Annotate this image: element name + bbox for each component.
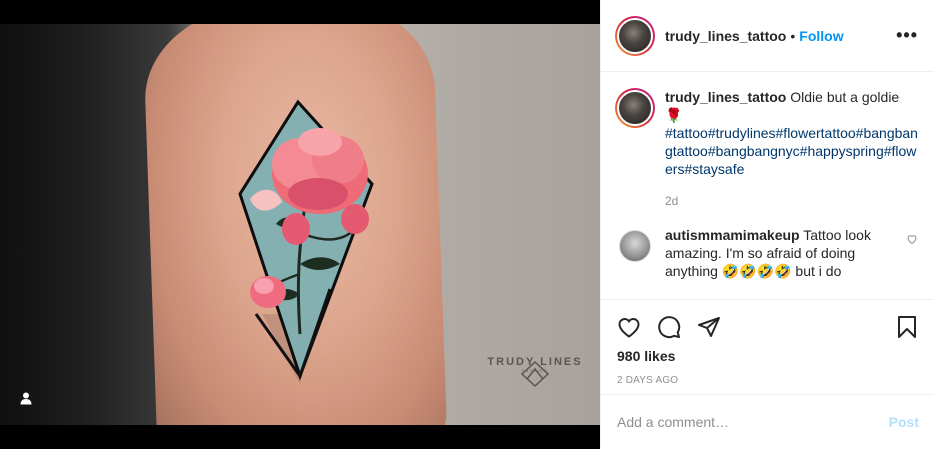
commenter-avatar[interactable] [615, 226, 655, 266]
comments-list[interactable]: trudy_lines_tattoo Oldie but a goldie 🌹 … [601, 72, 934, 299]
rose-emoji: 🌹 [665, 107, 683, 123]
watermark-sub: TATTOO [521, 368, 549, 373]
caption-time[interactable]: 2d [665, 192, 918, 210]
header-separator: • [790, 27, 796, 44]
post-comment-button[interactable]: Post [889, 414, 919, 430]
caption-avatar[interactable] [615, 88, 655, 128]
post-date[interactable]: 2 DAYS AGO [617, 375, 919, 386]
post-photo[interactable]: TRUDY LINES TATTOO [0, 24, 600, 425]
author-avatar[interactable] [615, 15, 655, 56]
comment-input[interactable] [617, 414, 889, 430]
follow-button[interactable]: Follow [799, 28, 843, 44]
user-tag-icon[interactable] [16, 388, 36, 408]
post-media[interactable]: TRUDY LINES TATTOO [0, 0, 600, 449]
comment-username[interactable]: autismmamimakeup [665, 227, 800, 243]
post-header: trudy_lines_tattoo • Follow ••• [601, 0, 934, 72]
likes-count[interactable]: 980 likes [617, 348, 919, 364]
post-actions-section: 980 likes 2 DAYS AGO [601, 299, 934, 386]
action-bar [617, 300, 919, 348]
post-sidebar: trudy_lines_tattoo • Follow ••• trudy_li… [600, 0, 934, 449]
brand-watermark: TRUDY LINES TATTOO [485, 356, 585, 373]
bookmark-icon[interactable] [895, 315, 919, 339]
heart-icon[interactable] [617, 315, 641, 339]
more-icon[interactable]: ••• [896, 25, 918, 46]
add-comment-bar: Post [601, 394, 934, 449]
author-username[interactable]: trudy_lines_tattoo [665, 28, 786, 44]
comment-icon[interactable] [657, 315, 681, 339]
heart-small-icon[interactable] [906, 232, 918, 250]
caption: trudy_lines_tattoo Oldie but a goldie 🌹 … [615, 88, 918, 210]
caption-hashtags[interactable]: #tattoo#trudylines#flowertattoo#bangbang… [665, 124, 918, 178]
caption-username[interactable]: trudy_lines_tattoo [665, 89, 786, 105]
caption-text: Oldie but a goldie [790, 89, 900, 105]
list-item: autismmamimakeup Tattoo look amazing. I'… [615, 226, 918, 280]
share-icon[interactable] [697, 315, 721, 339]
watermark-brand: TRUDY LINES [487, 356, 583, 368]
